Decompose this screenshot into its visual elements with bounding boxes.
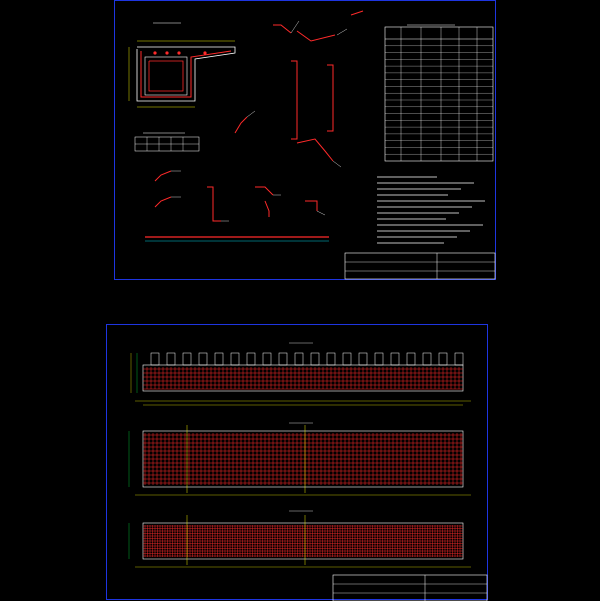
- shear-key-post: [342, 352, 352, 366]
- drawing-sheet-top: [114, 0, 496, 280]
- shear-key-post: [294, 352, 304, 366]
- detail-table: [134, 132, 200, 152]
- elevation-view: [130, 342, 471, 406]
- bottom-sheet-canvas: [128, 342, 488, 601]
- box-girder-cross-section: [128, 22, 236, 108]
- shear-key-post: [390, 352, 400, 366]
- shear-key-post: [454, 352, 464, 366]
- shear-key-post: [150, 352, 160, 366]
- shear-key-post: [262, 352, 272, 366]
- bottom-view: [128, 510, 471, 568]
- shear-key-post: [198, 352, 208, 366]
- title-block-bottom: [332, 574, 488, 601]
- rebar-labels: [171, 20, 348, 222]
- shear-key-post: [230, 352, 240, 366]
- shear-key-post: [214, 352, 224, 366]
- shear-key-post: [182, 352, 192, 366]
- drawing-sheet-bottom: [106, 324, 488, 601]
- shear-key-post: [374, 352, 384, 366]
- shear-key-post: [310, 352, 320, 366]
- design-notes: [377, 176, 485, 244]
- top-sheet-canvas: [128, 10, 496, 280]
- shear-key-post: [166, 352, 176, 366]
- shear-key-post: [358, 352, 368, 366]
- shear-key-post: [406, 352, 416, 366]
- rebar-quantity-table: [384, 24, 494, 162]
- shear-key-post: [246, 352, 256, 366]
- shear-key-post: [278, 352, 288, 366]
- plan-view: [128, 422, 471, 496]
- rebar-shapes: [145, 10, 364, 242]
- shear-key-post: [422, 352, 432, 366]
- shear-key-post: [438, 352, 448, 366]
- title-block-top: [344, 252, 496, 280]
- shear-key-post: [326, 352, 336, 366]
